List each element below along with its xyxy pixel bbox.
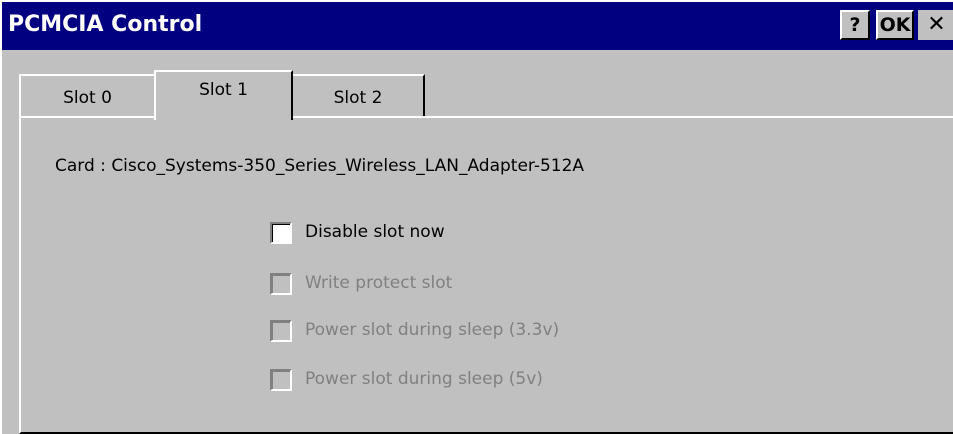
tab-slot-2[interactable]: Slot 2 — [291, 74, 425, 118]
tab-slot-0[interactable]: Slot 0 — [19, 74, 156, 118]
window-title: PCMCIA Control — [8, 12, 203, 37]
card-label: Card : — [55, 156, 112, 176]
close-button[interactable]: ✕ — [918, 10, 953, 40]
help-button[interactable]: ? — [840, 10, 870, 40]
checkbox-label: Power slot during sleep (3.3v) — [305, 320, 560, 340]
card-name: Cisco_Systems-350_Series_Wireless_LAN_Ad… — [111, 156, 585, 176]
checkbox-box[interactable] — [270, 222, 292, 244]
checkbox-label: Power slot during sleep (5v) — [305, 369, 543, 389]
ok-button[interactable]: OK — [876, 10, 914, 40]
tab-slot-1[interactable]: Slot 1 — [154, 70, 293, 120]
slot-panel: Card : Cisco_Systems-350_Series_Wireless… — [19, 116, 953, 434]
checkbox-box — [270, 369, 292, 391]
card-info: Card : Cisco_Systems-350_Series_Wireless… — [55, 156, 584, 176]
pcmcia-control-window: PCMCIA Control ? OK ✕ Slot 0 Slot 1 Slot… — [0, 0, 953, 434]
title-bar: PCMCIA Control ? OK ✕ — [2, 2, 953, 50]
tab-strip: Slot 0 Slot 1 Slot 2 — [2, 50, 953, 120]
checkbox-label: Disable slot now — [305, 222, 445, 242]
close-icon: ✕ — [927, 12, 946, 37]
checkbox-box — [270, 273, 292, 295]
checkbox-label: Write protect slot — [305, 273, 453, 293]
checkbox-box — [270, 320, 292, 342]
